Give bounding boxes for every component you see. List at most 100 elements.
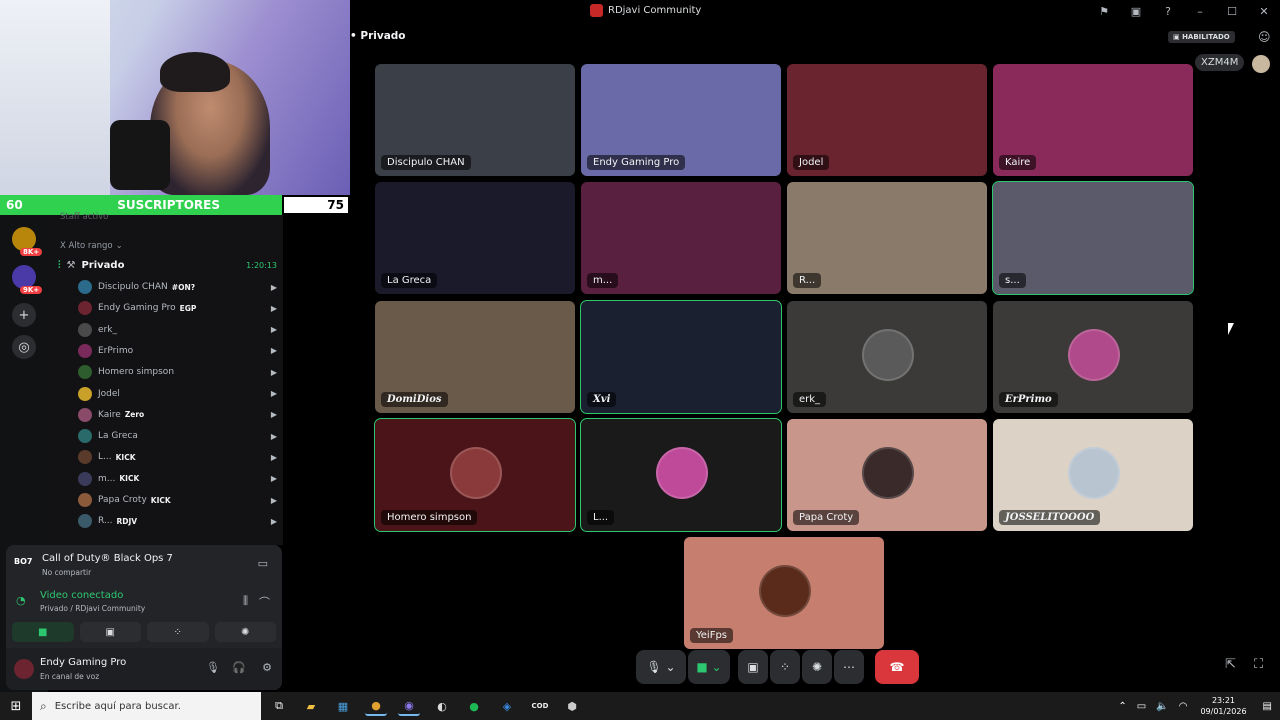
window-title-text: RDjavi Community xyxy=(608,5,702,16)
people-icon[interactable]: ☺ xyxy=(1258,30,1271,44)
voice-member[interactable]: Discipulo CHAN #ON? ▶ xyxy=(78,277,283,297)
search-placeholder: Escribe aquí para buscar. xyxy=(54,700,181,712)
voice-member[interactable]: m... KICK ▶ xyxy=(78,469,283,489)
volume-icon[interactable]: 🔈 xyxy=(1156,701,1168,712)
headphones-icon[interactable]: 🎧 xyxy=(232,661,246,674)
participant-tile[interactable]: Endy Gaming Pro xyxy=(581,64,781,176)
avatar[interactable] xyxy=(14,659,34,679)
mute-button[interactable]: 🎙 ⌄ xyxy=(636,650,686,684)
voice-member[interactable]: Papa Croty KICK ▶ xyxy=(78,490,283,510)
clock[interactable]: 23:21 09/01/2026 xyxy=(1200,695,1246,717)
member-name: L... xyxy=(98,452,112,463)
participant-tile[interactable]: Papa Croty xyxy=(787,419,987,531)
end-call-button[interactable]: ☎ xyxy=(875,650,919,684)
wifi-icon[interactable]: ◠ xyxy=(1179,701,1188,712)
cod-icon[interactable]: COD xyxy=(529,696,551,716)
store-icon[interactable]: ▦ xyxy=(332,696,354,716)
voice-member[interactable]: Jodel ▶ xyxy=(78,384,283,404)
participant-tile[interactable]: R... xyxy=(787,182,987,294)
obs-icon[interactable]: ◐ xyxy=(431,696,453,716)
spotify-icon[interactable]: ● xyxy=(463,696,485,716)
member-tag: KICK xyxy=(119,474,140,484)
flag-icon[interactable]: ⚑ xyxy=(1088,0,1120,22)
participant-tile[interactable]: Homero simpson xyxy=(374,418,576,532)
explore-icon[interactable]: ◎ xyxy=(12,335,36,359)
taskbar-search[interactable]: ⌕ Escribe aquí para buscar. xyxy=(32,692,261,720)
popout-icon[interactable]: ⇱ xyxy=(1225,657,1236,672)
camera-icon: ▶ xyxy=(270,282,277,292)
camera-icon: ▶ xyxy=(270,367,277,377)
participant-tile[interactable]: La Greca xyxy=(375,182,575,294)
voice-member[interactable]: R... RDJV ▶ xyxy=(78,511,283,531)
game-logo: BO7 xyxy=(14,557,33,566)
viewer-chip[interactable]: XZM4M xyxy=(1195,54,1245,71)
noise-suppression-icon[interactable]: ⫼ xyxy=(243,594,248,608)
voice-member[interactable]: L... KICK ▶ xyxy=(78,447,283,467)
participant-tile[interactable]: s... xyxy=(992,181,1194,295)
help-icon[interactable]: ? xyxy=(1152,0,1184,22)
participant-tile[interactable]: ErPrimo xyxy=(993,301,1193,413)
participant-tile[interactable]: erk_ xyxy=(787,301,987,413)
disconnect-icon[interactable]: ⌒ xyxy=(259,594,270,610)
more-options-icon[interactable]: ⋯ xyxy=(834,650,864,684)
inbox-icon[interactable]: ▣ xyxy=(1120,0,1152,22)
app-logo-icon xyxy=(590,4,603,17)
connection-text[interactable]: Video conectado xyxy=(40,590,123,601)
add-server-icon[interactable]: + xyxy=(12,303,36,327)
gear-icon[interactable]: ⚙ xyxy=(262,661,272,674)
chrome-icon[interactable]: ● xyxy=(365,696,387,716)
participant-tile[interactable]: Discipulo CHAN xyxy=(375,64,575,176)
activities-icon[interactable]: ⁘ xyxy=(770,650,800,684)
chevron-up-icon[interactable]: ⌃ xyxy=(1118,701,1126,712)
participant-tile[interactable]: YeiFps xyxy=(684,537,884,649)
participant-tile[interactable]: m... xyxy=(581,182,781,294)
voice-member[interactable]: erk_ ▶ xyxy=(78,320,283,340)
participant-tile[interactable]: Jodel xyxy=(787,64,987,176)
file-explorer-icon[interactable]: ▰ xyxy=(300,696,322,716)
fullscreen-icon[interactable]: ⛶ xyxy=(1254,657,1263,672)
app-icon[interactable]: ⬢ xyxy=(561,696,583,716)
screen-share-icon[interactable]: ▭ xyxy=(258,557,268,570)
avatar xyxy=(78,365,92,380)
battlenet-icon[interactable]: ◈ xyxy=(496,696,518,716)
microphone-icon[interactable]: 🎙 xyxy=(206,661,220,674)
camera-toggle-button[interactable]: ■ ⌄ xyxy=(688,650,730,684)
activities-button[interactable]: ⁘ xyxy=(147,622,209,642)
camera-button[interactable]: ■ xyxy=(12,622,74,642)
soundboard-button[interactable]: ✺ xyxy=(214,622,276,642)
voice-member[interactable]: Kaire Zero ▶ xyxy=(78,405,283,425)
participant-tile[interactable]: L... xyxy=(580,418,782,532)
participant-name: m... xyxy=(587,273,619,288)
game-status: No compartir xyxy=(42,568,92,577)
minimize-button[interactable]: – xyxy=(1184,0,1216,22)
voice-member[interactable]: ErPrimo ▶ xyxy=(78,341,283,361)
member-name: La Greca xyxy=(98,431,138,442)
notifications-icon[interactable]: ▤ xyxy=(1263,701,1272,712)
participant-name: ErPrimo xyxy=(999,392,1058,407)
participant-tile[interactable]: Xvi xyxy=(580,300,782,414)
voice-member[interactable]: Endy Gaming Pro EGP ▶ xyxy=(78,298,283,318)
avatar xyxy=(78,280,92,294)
category-header[interactable]: X Alto rango ⌄ xyxy=(60,236,295,256)
voice-member[interactable]: Homero simpson ▶ xyxy=(78,362,283,382)
participant-tile[interactable]: Kaire xyxy=(993,64,1193,176)
channel-list: Staff activo X Alto rango ⌄ ⫶ ⚒ Privado 1… xyxy=(48,212,283,545)
discord-icon[interactable]: ◉ xyxy=(398,696,420,716)
hidden-category: Staff activo xyxy=(60,212,109,222)
participant-tile[interactable]: DomiDios xyxy=(375,301,575,413)
user-panel: Endy Gaming Pro En canal de voz 🎙 🎧 ⚙ xyxy=(6,648,282,690)
member-name: Homero simpson xyxy=(98,367,175,378)
windows-start-icon[interactable]: ⊞ xyxy=(0,692,32,720)
close-button[interactable]: ✕ xyxy=(1248,0,1280,22)
participant-tile[interactable]: JOSSELITOOOO xyxy=(993,419,1193,531)
viewer-avatar[interactable] xyxy=(1252,55,1270,73)
soundboard-icon[interactable]: ✺ xyxy=(802,650,832,684)
voice-channel-privado[interactable]: ⫶ ⚒ Privado 1:20:13 xyxy=(48,255,283,275)
share-screen-button[interactable]: ▣ xyxy=(79,622,141,642)
voice-member[interactable]: La Greca ▶ xyxy=(78,426,283,446)
network-icon[interactable]: ▭ xyxy=(1137,701,1146,712)
share-screen-icon[interactable]: ▣ xyxy=(738,650,768,684)
task-view-icon[interactable]: ⧉ xyxy=(268,696,290,716)
maximize-button[interactable]: ☐ xyxy=(1216,0,1248,22)
avatar xyxy=(862,329,914,381)
